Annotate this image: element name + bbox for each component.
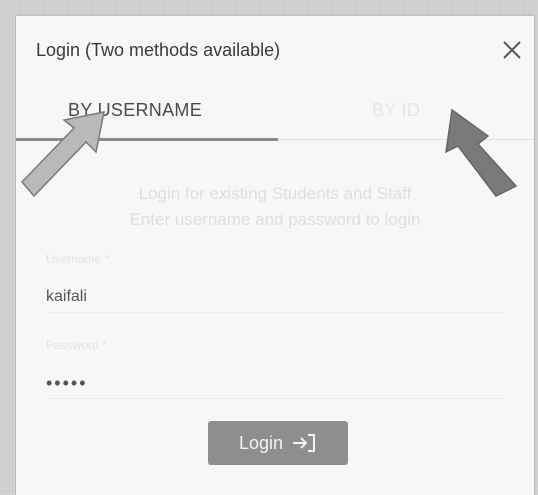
login-button-label: Login <box>238 432 284 453</box>
username-label: Username * <box>46 252 110 266</box>
login-button[interactable]: Login <box>208 421 348 465</box>
dialog-title: Login (Two methods available) <box>36 40 281 60</box>
login-arrow-icon <box>293 434 316 452</box>
username-field[interactable]: kaifali <box>46 288 87 306</box>
password-label: Password * <box>46 338 107 352</box>
info-text-line-1: Login for existing Students and Staff <box>138 184 412 203</box>
username-underline <box>46 312 506 313</box>
close-icon[interactable] <box>500 38 524 62</box>
tab-divider <box>278 139 534 140</box>
password-field[interactable]: ••••• <box>46 373 88 394</box>
tab-by-id[interactable]: BY ID <box>372 100 420 121</box>
tab-by-username[interactable]: BY USERNAME <box>68 100 202 121</box>
info-text-line-2: Enter username and password to login <box>129 210 421 229</box>
active-tab-indicator <box>16 138 278 141</box>
password-underline <box>46 398 506 399</box>
login-dialog: Login (Two methods available) BY USERNAM… <box>16 16 534 495</box>
